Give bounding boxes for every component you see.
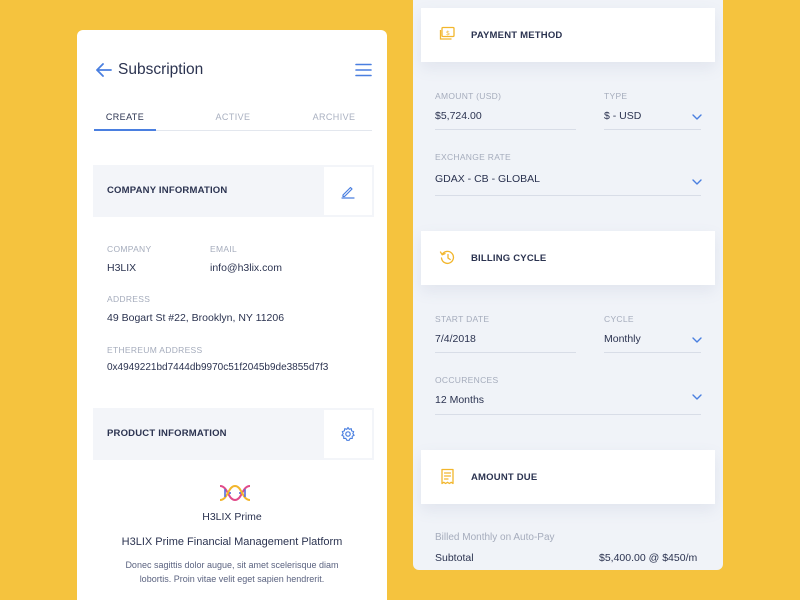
page-title: Subscription bbox=[118, 61, 204, 78]
cycle-select[interactable]: Monthly bbox=[604, 333, 641, 345]
product-description: Donec sagittis dolor augue, sit amet sce… bbox=[125, 560, 339, 584]
chevron-down-icon[interactable] bbox=[692, 114, 702, 120]
product-name: H3LIX Prime bbox=[202, 511, 262, 523]
payment-method-header: $ PAYMENT METHOD bbox=[421, 8, 715, 62]
subscription-tabs: CREATE ACTIVE ARCHIVE bbox=[94, 105, 372, 131]
company-value: H3LIX bbox=[107, 262, 137, 274]
start-date-input[interactable]: 7/4/2018 bbox=[435, 333, 476, 345]
checkout-panel: $ PAYMENT METHOD AMOUNT (USD) $5,724.00 … bbox=[413, 0, 723, 570]
product-subtitle: H3LIX Prime Financial Management Platfor… bbox=[121, 536, 343, 548]
receipt-icon bbox=[441, 468, 454, 485]
history-clock-icon bbox=[439, 250, 455, 264]
amount-underline bbox=[435, 129, 576, 130]
amount-label: AMOUNT (USD) bbox=[435, 91, 502, 101]
billing-note: Billed Monthly on Auto-Pay bbox=[435, 532, 555, 543]
billing-cycle-header: BILLING CYCLE bbox=[421, 231, 715, 285]
address-value: 49 Bogart St #22, Brooklyn, NY 11206 bbox=[107, 312, 285, 324]
amount-due-title: AMOUNT DUE bbox=[471, 472, 538, 483]
gear-icon bbox=[341, 426, 355, 441]
product-info-header: PRODUCT INFORMATION bbox=[93, 408, 374, 460]
exchange-rate-underline bbox=[435, 195, 701, 196]
payment-method-title: PAYMENT METHOD bbox=[471, 30, 563, 41]
occurences-underline bbox=[435, 414, 701, 415]
start-date-underline bbox=[435, 352, 576, 353]
product-settings-button[interactable] bbox=[324, 410, 372, 458]
email-label: EMAIL bbox=[210, 244, 238, 254]
occurences-select[interactable]: 12 Months bbox=[435, 394, 484, 406]
tab-create[interactable]: CREATE bbox=[94, 112, 156, 122]
amount-input[interactable]: $5,724.00 bbox=[435, 110, 482, 122]
active-tab-indicator bbox=[94, 129, 156, 131]
tab-archive[interactable]: ARCHIVE bbox=[303, 112, 365, 122]
chevron-down-icon[interactable] bbox=[692, 337, 702, 343]
type-label: TYPE bbox=[604, 91, 628, 101]
svg-text:$: $ bbox=[446, 29, 450, 37]
tab-active[interactable]: ACTIVE bbox=[202, 112, 264, 122]
type-underline bbox=[604, 129, 701, 130]
amount-due-header: AMOUNT DUE bbox=[421, 450, 715, 504]
subtotal-value: $5,400.00 @ $450/m bbox=[599, 552, 698, 564]
cycle-label: CYCLE bbox=[604, 314, 634, 324]
company-label: COMPANY bbox=[107, 244, 152, 254]
billing-cycle-title: BILLING CYCLE bbox=[471, 253, 547, 264]
exchange-rate-label: EXCHANGE RATE bbox=[435, 152, 512, 162]
cash-icon: $ bbox=[439, 26, 455, 40]
company-info-header: COMPANY INFORMATION bbox=[93, 165, 374, 217]
eth-address-label: ETHEREUM ADDRESS bbox=[107, 345, 203, 355]
hamburger-menu-icon[interactable] bbox=[355, 63, 372, 77]
type-select[interactable]: $ - USD bbox=[604, 110, 641, 122]
subscription-panel: Subscription CREATE ACTIVE ARCHIVE COMPA… bbox=[77, 30, 387, 600]
arrow-left-icon[interactable] bbox=[96, 63, 112, 77]
h3lix-helix-logo-icon bbox=[219, 484, 251, 502]
exchange-rate-select[interactable]: GDAX - CB - GLOBAL bbox=[435, 173, 540, 185]
eth-address-value: 0x4949221bd7444db9970c51f2045b9de3855d7f… bbox=[107, 362, 329, 373]
pencil-icon bbox=[341, 186, 355, 199]
subtotal-label: Subtotal bbox=[435, 552, 474, 564]
email-value: info@h3lix.com bbox=[210, 262, 282, 274]
company-info-title: COMPANY INFORMATION bbox=[107, 185, 228, 196]
product-info-title: PRODUCT INFORMATION bbox=[107, 428, 227, 439]
chevron-down-icon[interactable] bbox=[692, 179, 702, 185]
start-date-label: START DATE bbox=[435, 314, 490, 324]
subscription-header: Subscription bbox=[77, 30, 387, 110]
chevron-down-icon[interactable] bbox=[692, 394, 702, 400]
edit-company-button[interactable] bbox=[324, 167, 372, 215]
address-label: ADDRESS bbox=[107, 294, 151, 304]
occurences-label: OCCURENCES bbox=[435, 375, 499, 385]
cycle-underline bbox=[604, 352, 701, 353]
